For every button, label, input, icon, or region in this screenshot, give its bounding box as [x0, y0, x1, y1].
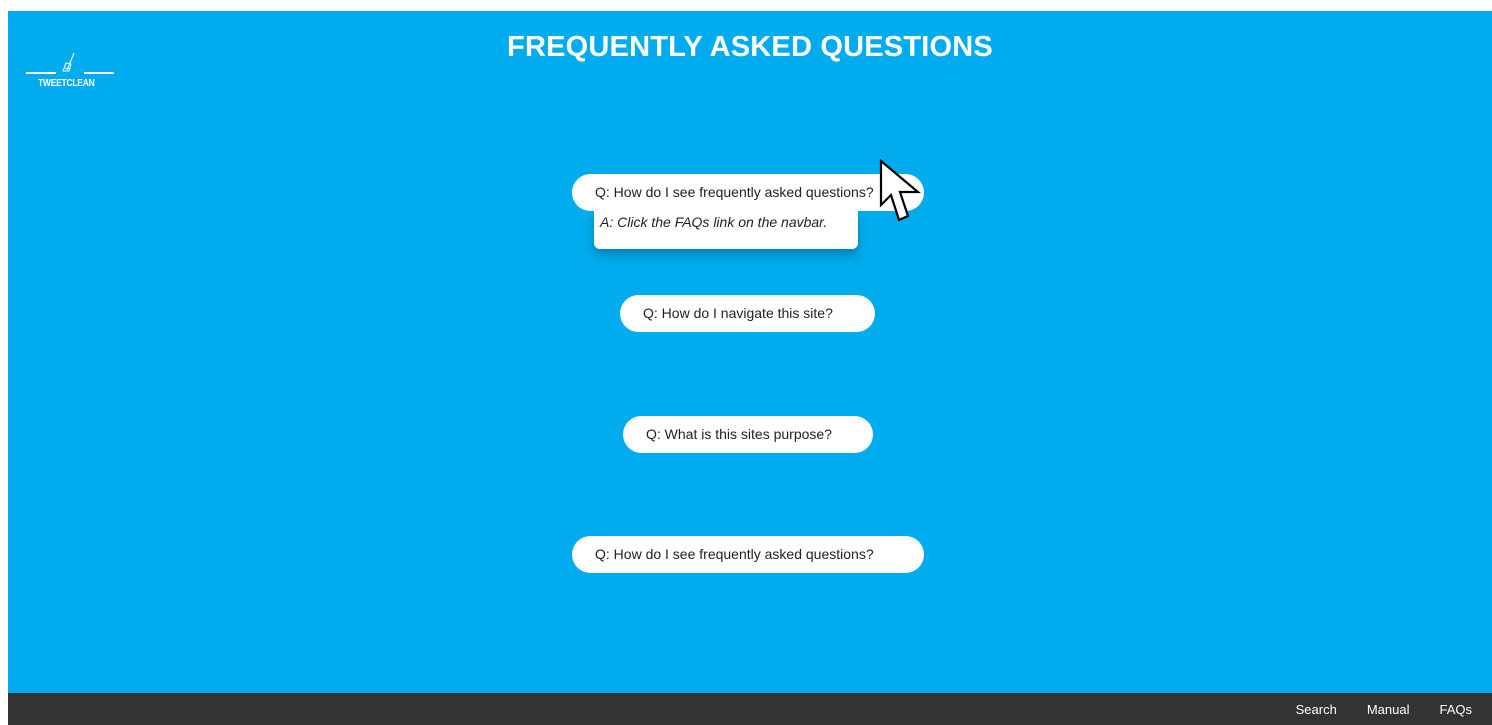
- footer-nav: Search Manual FAQs: [1296, 693, 1472, 725]
- footer-navbar: Search Manual FAQs: [8, 693, 1492, 725]
- faq-question-button[interactable]: Q: What is this sites purpose?: [623, 416, 873, 453]
- nav-link-faqs[interactable]: FAQs: [1439, 702, 1472, 717]
- page-body: TWEETCLEAN FREQUENTLY ASKED QUESTIONS A:…: [8, 11, 1492, 725]
- nav-link-search[interactable]: Search: [1296, 702, 1337, 717]
- faq-list: A: Click the FAQs link on the navbar. Q:…: [8, 11, 1492, 691]
- faq-question-button[interactable]: Q: How do I see frequently asked questio…: [572, 174, 924, 211]
- faq-answer: A: Click the FAQs link on the navbar.: [594, 211, 858, 249]
- nav-link-manual[interactable]: Manual: [1367, 702, 1410, 717]
- faq-question-button[interactable]: Q: How do I navigate this site?: [620, 295, 875, 332]
- faq-question-button[interactable]: Q: How do I see frequently asked questio…: [572, 536, 924, 573]
